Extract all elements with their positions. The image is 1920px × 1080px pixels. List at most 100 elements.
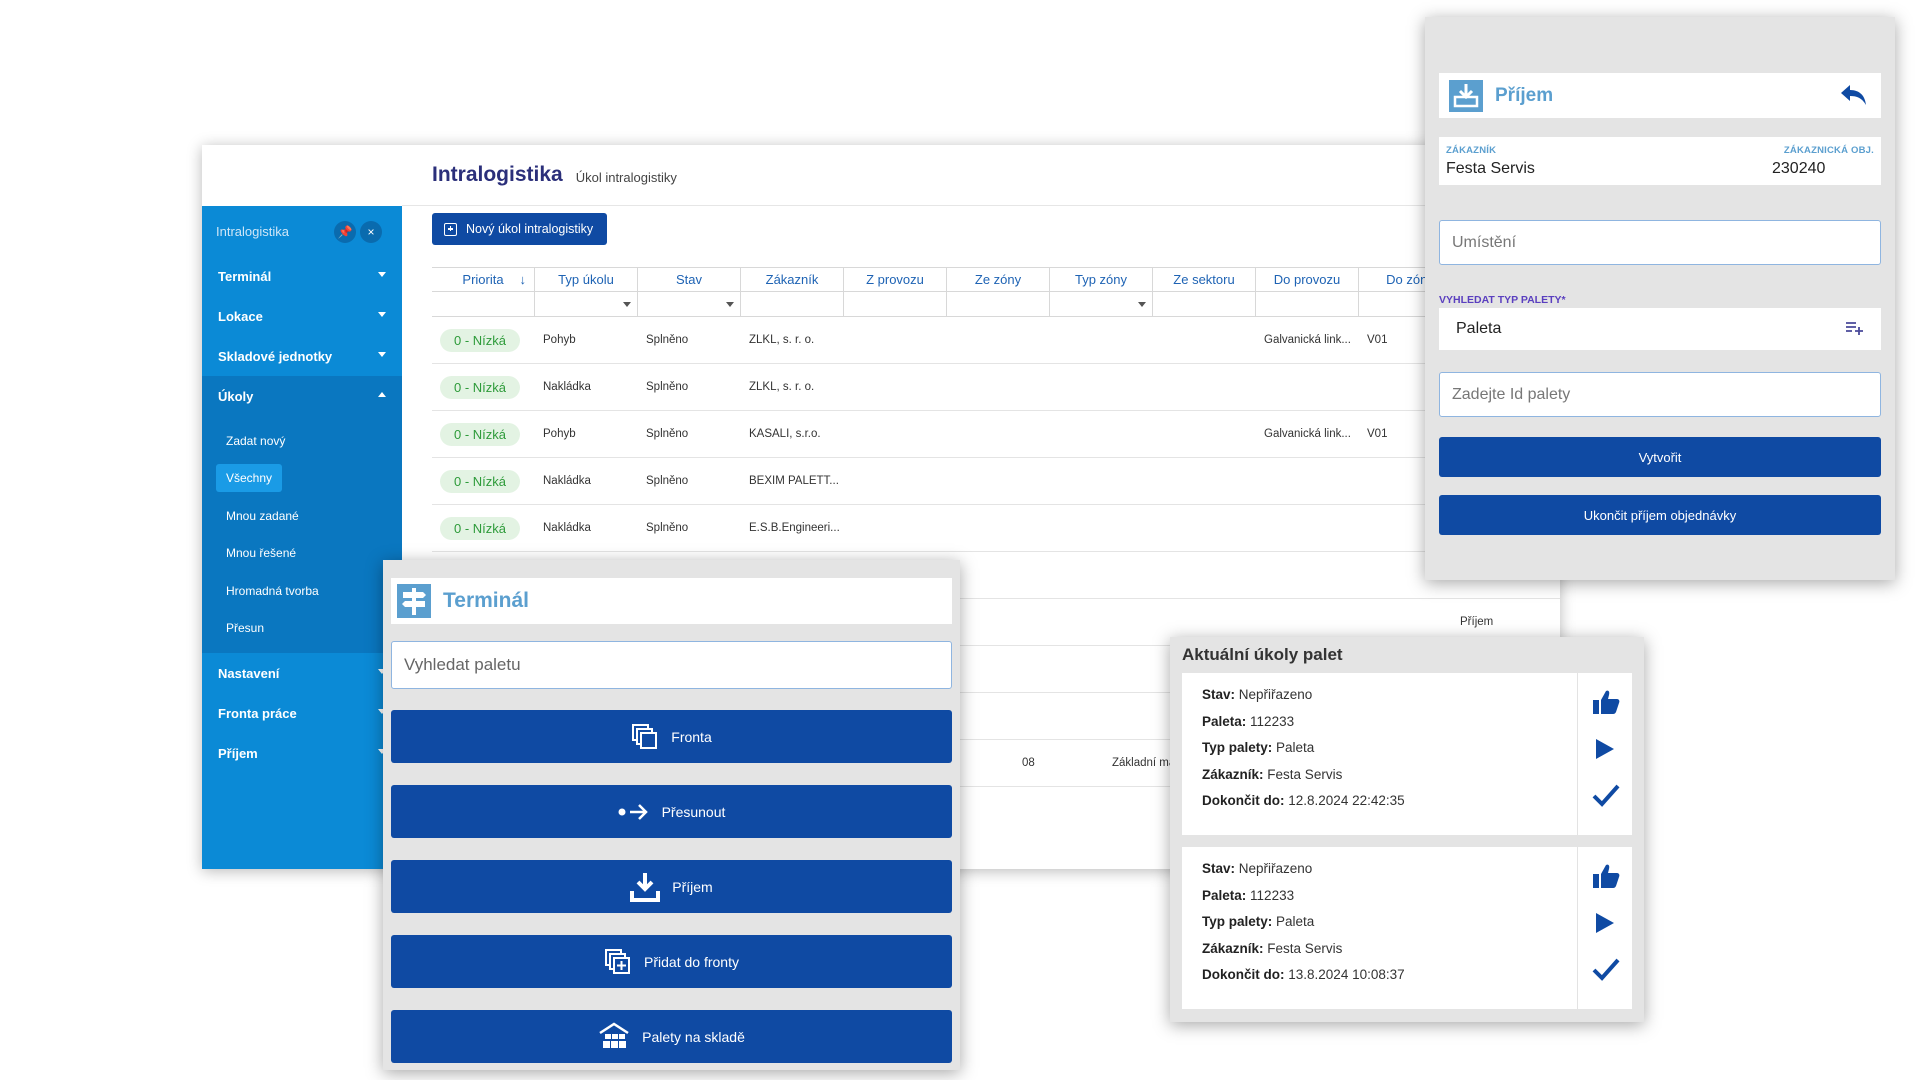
playlist-add-icon[interactable] (1845, 320, 1863, 336)
dropdown-arrow-icon (1138, 302, 1146, 307)
page-title: Intralogistika (432, 163, 563, 186)
page-header: Intralogistika Úkol intralogistiky (402, 145, 1560, 206)
customer-label: ZÁKAZNÍK (1446, 145, 1497, 156)
pallets-in-stock-button-label: Palety na skladě (642, 1028, 745, 1045)
sidebar-item-prijem[interactable]: Příjem (202, 733, 402, 773)
subitem-label: Všechny (216, 464, 283, 493)
table-row[interactable]: 0 - Nízká Nakládka Splněno E.S.B.Enginee… (432, 505, 1560, 552)
sort-down-icon[interactable]: ↓ (520, 272, 527, 287)
cell: Pohyb (543, 428, 576, 440)
pin-icon[interactable]: 📌 (334, 221, 356, 243)
subitem-mnou-zadane[interactable]: Mnou zadané (202, 497, 402, 535)
sidebar-item-label: Skladové jednotky (218, 348, 333, 364)
filter-ze-zony[interactable] (947, 292, 1050, 316)
check-icon[interactable] (1592, 783, 1620, 807)
plus-square-icon (444, 222, 457, 236)
filter-typ-zony[interactable] (1050, 292, 1153, 316)
pallet-type-value: Paleta (1276, 914, 1315, 929)
play-icon[interactable] (1594, 911, 1616, 935)
table-row[interactable]: 0 - Nízká Pohyb Splněno ZLKL, s. r. o. G… (432, 317, 1560, 364)
col-header-priorita[interactable]: Priorita ↓ (432, 268, 535, 291)
table-row[interactable]: 0 - Nízká Pohyb Splněno KASALI, s.r.o. G… (432, 411, 1560, 458)
search-pallet-input[interactable]: Vyhledat paletu (391, 641, 952, 689)
subitem-hromadna-tvorba[interactable]: Hromadná tvorba (202, 572, 402, 610)
sidebar-item-label: Úkoly (218, 388, 254, 404)
subitem-vsechny[interactable]: Všechny (202, 460, 402, 498)
filter-zakaznik[interactable] (741, 292, 844, 316)
chevron-down-icon (378, 272, 386, 277)
subitem-mnou-resene[interactable]: Mnou řešené (202, 535, 402, 573)
dropdown-arrow-icon (623, 302, 631, 307)
priority-badge: 0 - Nízká (440, 375, 521, 399)
filter-do-provozu[interactable] (1256, 292, 1359, 316)
filter-ze-sektoru[interactable] (1153, 292, 1256, 316)
pallet-id-input[interactable]: Zadejte Id palety (1439, 372, 1881, 417)
play-icon[interactable] (1594, 737, 1616, 761)
filter-stav[interactable] (638, 292, 741, 316)
download-tray-icon (630, 872, 661, 902)
pallet-type-label: VYHLEDAT TYP PALETY* (1439, 294, 1566, 306)
filter-typ-ukolu[interactable] (535, 292, 638, 316)
order-label: ZÁKAZNICKÁ OBJ. (1783, 145, 1874, 156)
col-label: Ze sektoru (1173, 272, 1235, 287)
filter-priorita[interactable] (432, 292, 535, 316)
check-icon[interactable] (1592, 957, 1620, 981)
task-fields: Stav: Nepřiřazeno Paleta: 112233 Typ pal… (1202, 861, 1405, 994)
sidebar-item-skladove-jednotky[interactable]: Skladové jednotky (202, 336, 402, 376)
sidebar-item-terminal[interactable]: Terminál (202, 256, 402, 296)
cell: Nakládka (543, 522, 591, 534)
sidebar-item-nastaveni[interactable]: Nastavení (202, 653, 402, 693)
location-input[interactable]: Umístění (1439, 220, 1881, 265)
thumbs-up-icon[interactable] (1592, 862, 1620, 890)
field-label: Zákazník: (1202, 940, 1264, 956)
col-header-stav[interactable]: Stav (638, 268, 741, 291)
queue-button-label: Fronta (671, 728, 712, 745)
new-task-button[interactable]: Nový úkol intralogistiky (432, 213, 608, 245)
sidebar-item-fronta-prace[interactable]: Fronta práce (202, 693, 402, 733)
col-header-z-provozu[interactable]: Z provozu (844, 268, 947, 291)
filter-z-provozu[interactable] (844, 292, 947, 316)
sidebar-item-ukoly[interactable]: Úkoly (202, 376, 402, 416)
queue-button[interactable]: Fronta (391, 710, 952, 763)
customer-value: Festa Servis (1446, 160, 1535, 177)
col-header-typ-ukolu[interactable]: Typ úkolu (535, 268, 638, 291)
create-button[interactable]: Vytvořit (1439, 437, 1881, 477)
ukoly-submenu: Zadat nový Všechny Mnou zadané Mnou řeše… (202, 416, 402, 653)
cell: Galvanická link... (1264, 334, 1351, 346)
pallet-type-value: Paleta (1276, 740, 1315, 755)
col-header-ze-sektoru[interactable]: Ze sektoru (1153, 268, 1256, 291)
subitem-zadat-novy[interactable]: Zadat nový (202, 422, 402, 460)
finish-order-button[interactable]: Ukončit příjem objednávky (1439, 495, 1881, 535)
task-actions (1577, 673, 1632, 835)
col-header-zakaznik[interactable]: Zákazník (741, 268, 844, 291)
add-to-queue-button[interactable]: Přidat do fronty (391, 935, 952, 988)
col-header-ze-zony[interactable]: Ze zóny (947, 268, 1050, 291)
sidebar-item-label: Terminál (218, 268, 272, 284)
field-label: Zákazník: (1202, 766, 1264, 782)
sidebar-item-label: Příjem (218, 745, 258, 761)
table-row[interactable]: 0 - Nízká Nakládka Splněno BEXIM PALETT.… (432, 458, 1560, 505)
back-arrow-icon[interactable] (1839, 83, 1867, 107)
priority-badge: 0 - Nízká (440, 516, 521, 540)
sidebar-item-lokace[interactable]: Lokace (202, 296, 402, 336)
sidebar-header-label: Intralogistika (216, 223, 289, 239)
col-label: Stav (675, 272, 702, 287)
sidebar-header: Intralogistika 📌 × (202, 206, 402, 256)
col-header-do-provozu[interactable]: Do provozu (1256, 268, 1359, 291)
pallets-in-stock-button[interactable]: Palety na skladě (391, 1010, 952, 1063)
subitem-label: Přesun (226, 621, 265, 636)
col-header-typ-zony[interactable]: Typ zóny (1050, 268, 1153, 291)
pallet-type-select[interactable]: Paleta (1439, 308, 1881, 350)
close-icon[interactable]: × (360, 221, 382, 243)
cell: BEXIM PALETT... (749, 475, 839, 487)
field-label: Dokončit do: (1202, 793, 1285, 808)
cell: E.S.B.Engineeri... (749, 522, 840, 534)
subitem-presun[interactable]: Přesun (202, 610, 402, 648)
table-row[interactable]: 0 - Nízká Nakládka Splněno ZLKL, s. r. o… (432, 364, 1560, 411)
location-placeholder: Umístění (1452, 233, 1517, 251)
cell: Splněno (646, 334, 689, 346)
receive-button[interactable]: Příjem (391, 860, 952, 913)
pallet-type-value: Paleta (1456, 320, 1502, 337)
move-button[interactable]: Přesunout (391, 785, 952, 838)
thumbs-up-icon[interactable] (1592, 688, 1620, 716)
